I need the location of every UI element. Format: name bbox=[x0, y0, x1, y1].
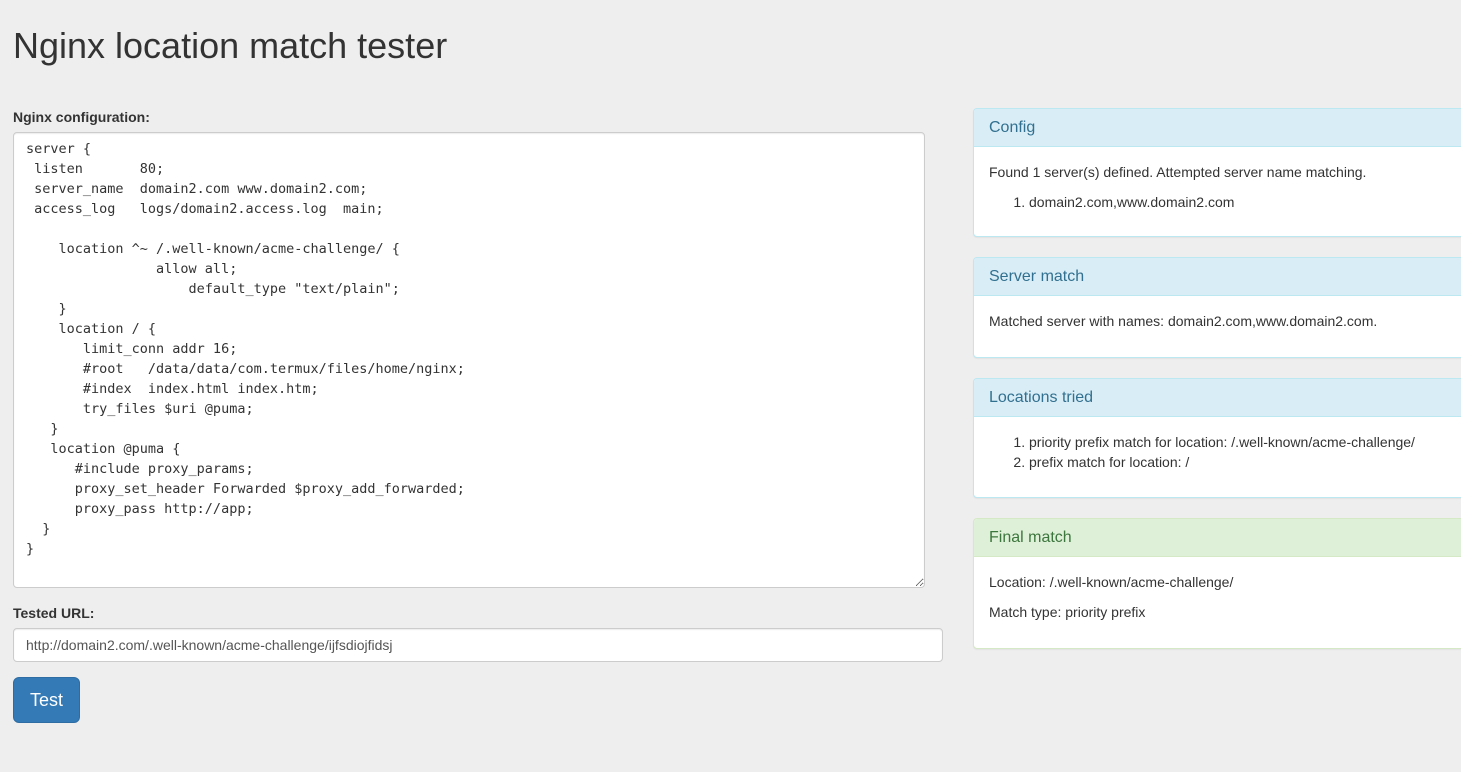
config-summary: Found 1 server(s) defined. Attempted ser… bbox=[989, 164, 1367, 180]
test-button[interactable]: Test bbox=[13, 677, 80, 723]
config-panel-heading: Config bbox=[974, 109, 1461, 147]
locations-tried-body: priority prefix match for location: /.we… bbox=[974, 417, 1461, 472]
server-match-panel: Server match Matched server with names: … bbox=[973, 257, 1461, 358]
config-textarea[interactable]: server { listen 80; server_name domain2.… bbox=[13, 132, 925, 588]
config-panel-body: Found 1 server(s) defined. Attempted ser… bbox=[974, 147, 1461, 212]
url-input[interactable] bbox=[13, 628, 943, 662]
server-match-body: Matched server with names: domain2.com,w… bbox=[974, 296, 1461, 331]
config-panel: Config Found 1 server(s) defined. Attemp… bbox=[973, 108, 1461, 237]
page-title: Nginx location match tester bbox=[13, 25, 448, 66]
final-match-panel: Final match Location: /.well-known/acme-… bbox=[973, 518, 1461, 649]
url-label: Tested URL: bbox=[13, 605, 95, 621]
config-label: Nginx configuration: bbox=[13, 109, 150, 125]
final-match-heading: Final match bbox=[974, 519, 1461, 557]
server-list-item: domain2.com,www.domain2.com bbox=[1029, 192, 1457, 212]
final-match-type: Match type: priority prefix bbox=[989, 604, 1146, 620]
server-match-text: Matched server with names: domain2.com,w… bbox=[989, 313, 1378, 329]
server-list: domain2.com,www.domain2.com bbox=[989, 192, 1457, 212]
locations-list: priority prefix match for location: /.we… bbox=[989, 432, 1457, 472]
server-match-heading: Server match bbox=[974, 258, 1461, 296]
location-item: prefix match for location: / bbox=[1029, 452, 1457, 472]
final-match-body: Location: /.well-known/acme-challenge/ M… bbox=[974, 557, 1461, 622]
locations-tried-heading: Locations tried bbox=[974, 379, 1461, 417]
locations-tried-panel: Locations tried priority prefix match fo… bbox=[973, 378, 1461, 498]
final-match-location: Location: /.well-known/acme-challenge/ bbox=[989, 574, 1234, 590]
location-item: priority prefix match for location: /.we… bbox=[1029, 432, 1457, 452]
